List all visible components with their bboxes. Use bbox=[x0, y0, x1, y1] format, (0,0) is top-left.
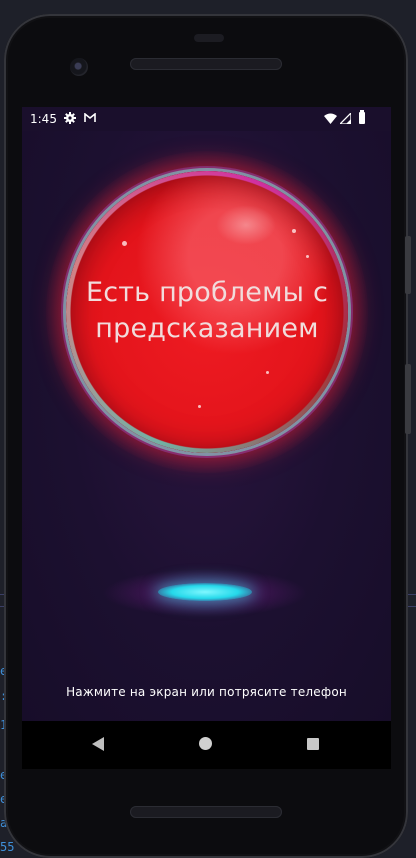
ide-code-glyph: 55 bbox=[0, 840, 15, 854]
status-time: 1:45 bbox=[30, 112, 57, 126]
navigation-bar bbox=[22, 721, 391, 769]
orb-speck bbox=[198, 405, 201, 408]
gear-icon bbox=[64, 112, 76, 124]
battery-icon bbox=[359, 110, 365, 124]
gmail-icon bbox=[84, 113, 96, 122]
orb-speck bbox=[266, 371, 269, 374]
back-icon[interactable] bbox=[92, 737, 104, 751]
pedestal-light bbox=[158, 583, 252, 601]
volume-button[interactable] bbox=[405, 236, 411, 294]
prediction-message-line: предсказанием bbox=[95, 313, 319, 344]
top-slot bbox=[194, 34, 224, 42]
status-bar: 1:45 bbox=[22, 107, 391, 131]
prediction-message: Есть проблемы с предсказанием bbox=[66, 275, 348, 347]
magic-orb[interactable]: Есть проблемы с предсказанием bbox=[66, 171, 348, 453]
orb-speck bbox=[122, 241, 127, 246]
earpiece-speaker bbox=[130, 58, 282, 70]
bottom-speaker bbox=[130, 806, 282, 818]
recents-icon[interactable] bbox=[307, 738, 319, 750]
front-camera bbox=[70, 58, 88, 76]
app-screen[interactable]: 1:45 Есть проблемы с предсказанием Нажми… bbox=[22, 107, 391, 721]
home-icon[interactable] bbox=[199, 737, 212, 750]
wifi-icon bbox=[324, 113, 337, 124]
orb-speck bbox=[292, 229, 296, 233]
prediction-message-line: Есть проблемы с bbox=[85, 277, 329, 308]
signal-icon bbox=[340, 113, 351, 124]
orb-highlight bbox=[216, 205, 276, 245]
orb-speck bbox=[306, 255, 309, 258]
instruction-text: Нажмите на экран или потрясите телефон bbox=[66, 685, 347, 699]
power-button[interactable] bbox=[405, 364, 411, 434]
